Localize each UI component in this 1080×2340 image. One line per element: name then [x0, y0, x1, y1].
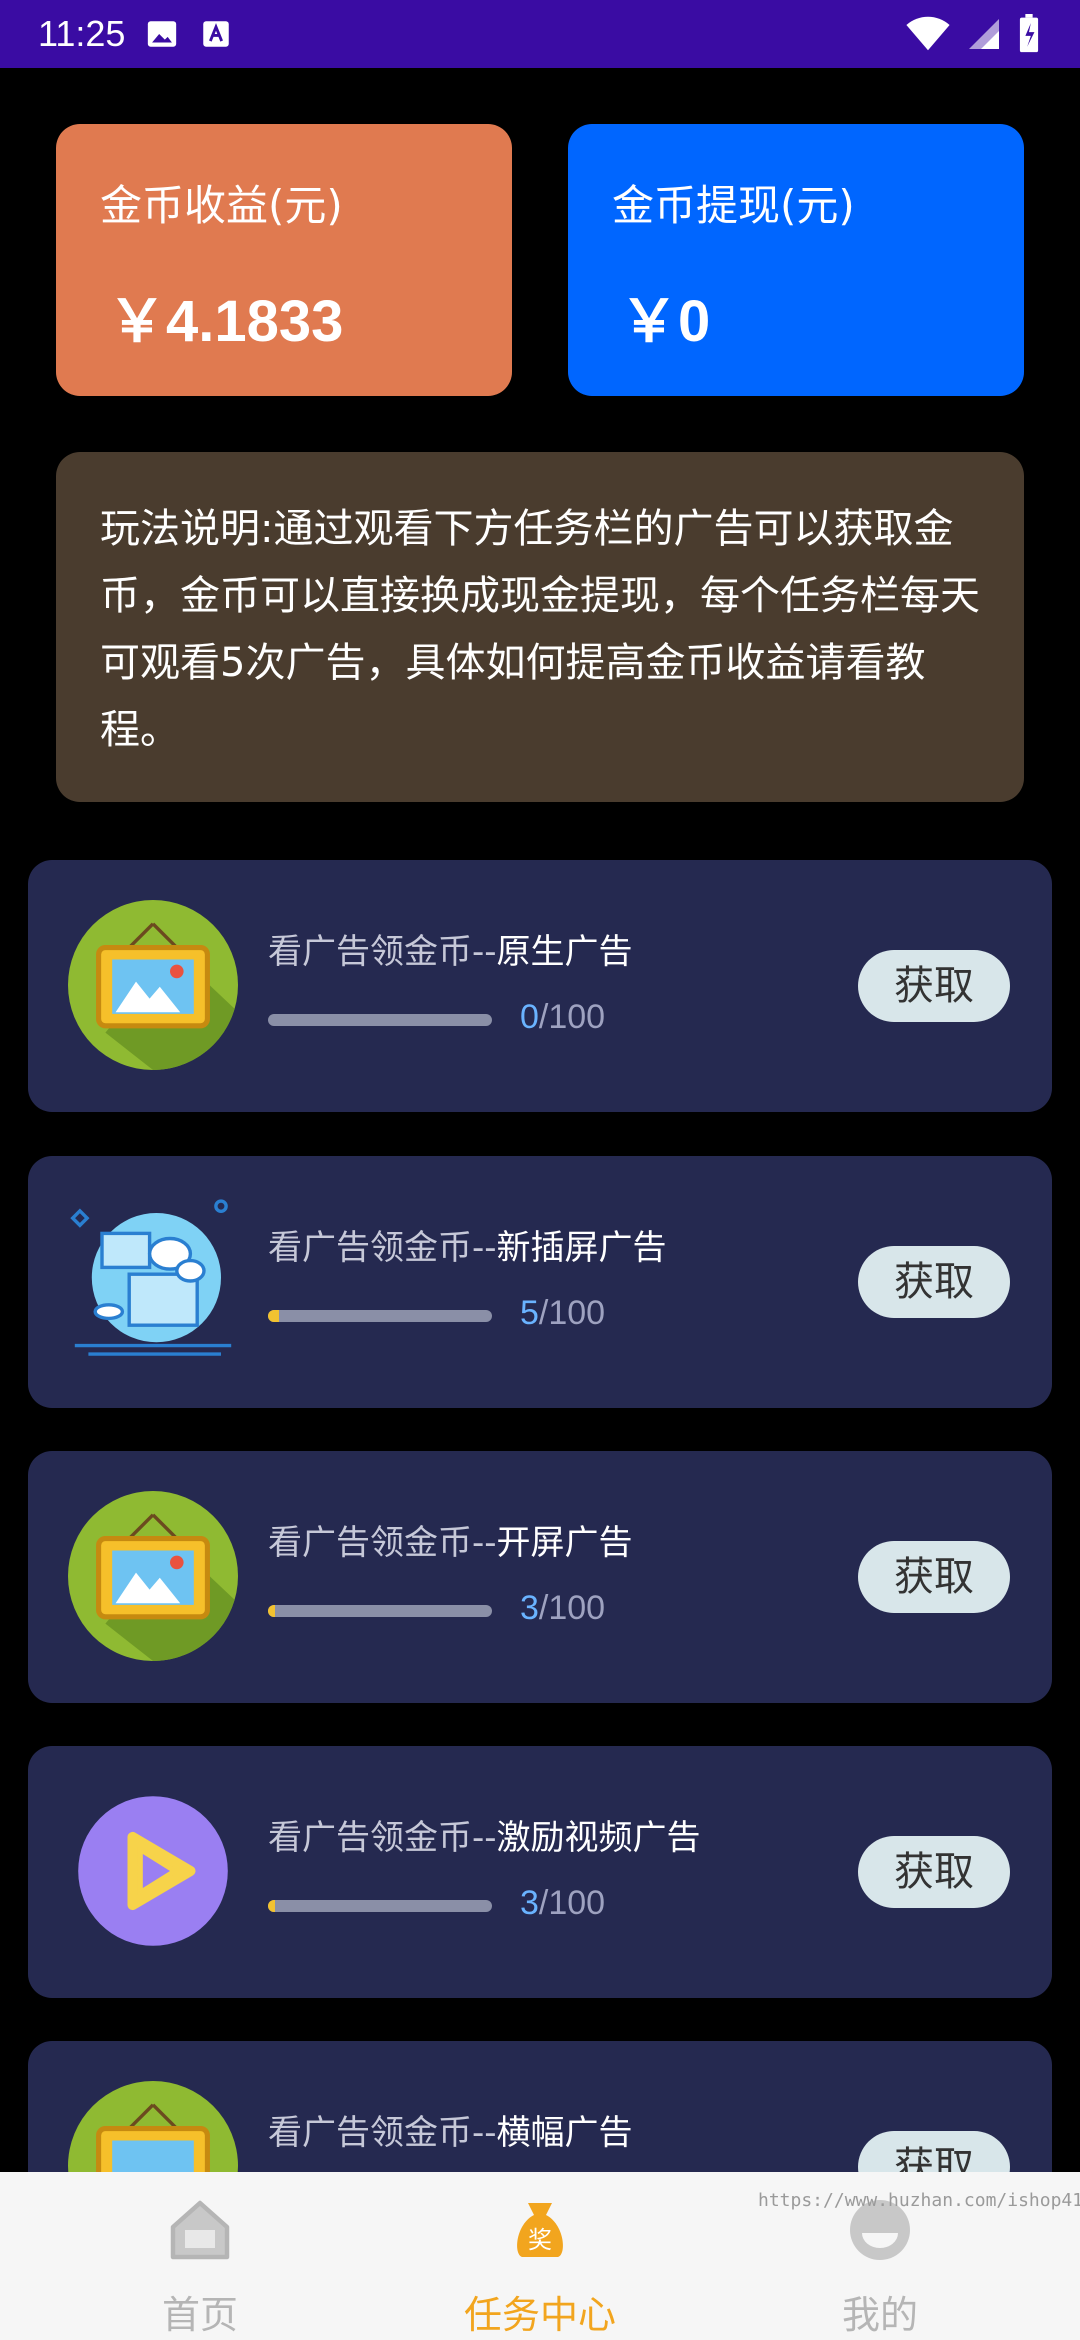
nav-home[interactable]: 首页	[20, 2172, 380, 2340]
task-count: 3/100	[520, 1884, 606, 1922]
task-title: 看广告领金币--激励视频广告	[268, 1818, 701, 1858]
picture-frame-icon	[68, 1491, 238, 1661]
status-bar: 11:25	[0, 0, 1080, 68]
nav-task-center[interactable]: 奖 任务中心	[360, 2172, 720, 2340]
task-progress-bar	[268, 1310, 492, 1322]
home-icon	[170, 2200, 230, 2260]
font-a-icon	[203, 21, 230, 47]
signal-icon	[969, 19, 999, 49]
task-card-native: 看广告领金币--原生广告 0/100 获取	[28, 860, 1052, 1112]
picture-frame-icon	[68, 900, 238, 1070]
withdraw-card[interactable]: 金币提现(元) ￥0	[568, 124, 1024, 396]
task-progress-bar	[268, 1900, 492, 1912]
nav-label: 任务中心	[463, 2293, 616, 2337]
withdraw-title: 金币提现(元)	[612, 181, 855, 230]
get-button[interactable]: 获取	[858, 1541, 1010, 1613]
task-card-reward-video: 看广告领金币--激励视频广告 3/100 获取	[28, 1746, 1052, 1998]
play-icon	[78, 1796, 228, 1946]
chat-window-icon	[70, 1199, 232, 1356]
battery-icon	[1019, 14, 1039, 53]
get-button[interactable]: 获取	[858, 950, 1010, 1022]
task-count: 3/100	[520, 1589, 606, 1627]
bottom-nav: 首页 奖 任务中心 我的 https://www.huzhan.com/isho…	[0, 2172, 1080, 2340]
nav-label: 我的	[841, 2293, 918, 2337]
task-title: 看广告领金币--新插屏广告	[268, 1228, 667, 1268]
task-progress-bar	[268, 1605, 492, 1617]
status-time: 11:25	[38, 13, 126, 54]
task-title: 看广告领金币--开屏广告	[268, 1523, 633, 1563]
get-button[interactable]: 获取	[858, 1836, 1010, 1908]
income-card[interactable]: 金币收益(元) ￥4.1833	[56, 124, 512, 396]
explanation-text: 玩法说明:通过观看下方任务栏的广告可以获取金币，金币可以直接换成现金提现，每个任…	[100, 506, 980, 753]
wifi-icon	[906, 16, 950, 51]
status-right-icons	[906, 14, 1040, 54]
task-title: 看广告领金币--横幅广告	[268, 2113, 633, 2153]
task-count: 0/100	[520, 998, 606, 1036]
task-card-splash: 看广告领金币--开屏广告 3/100 获取	[28, 1451, 1052, 1703]
watermark: https://www.huzhan.com/ishop41618	[758, 2190, 1080, 2211]
task-count: 5/100	[520, 1294, 606, 1332]
reward-bag-icon: 奖	[517, 2203, 563, 2257]
task-progress-bar	[268, 1014, 492, 1026]
task-title: 看广告领金币--原生广告	[268, 932, 633, 972]
svg-text:奖: 奖	[528, 2226, 552, 2254]
explanation-box: 玩法说明:通过观看下方任务栏的广告可以获取金币，金币可以直接换成现金提现，每个任…	[56, 452, 1024, 802]
withdraw-value: ￥0	[620, 289, 711, 354]
image-icon	[148, 21, 177, 47]
get-button[interactable]: 获取	[858, 1246, 1010, 1318]
income-title: 金币收益(元)	[100, 181, 343, 230]
nav-label: 首页	[161, 2293, 238, 2337]
income-value: ￥4.1833	[108, 289, 344, 354]
task-card-interstitial: 看广告领金币--新插屏广告 5/100 获取	[28, 1156, 1052, 1408]
